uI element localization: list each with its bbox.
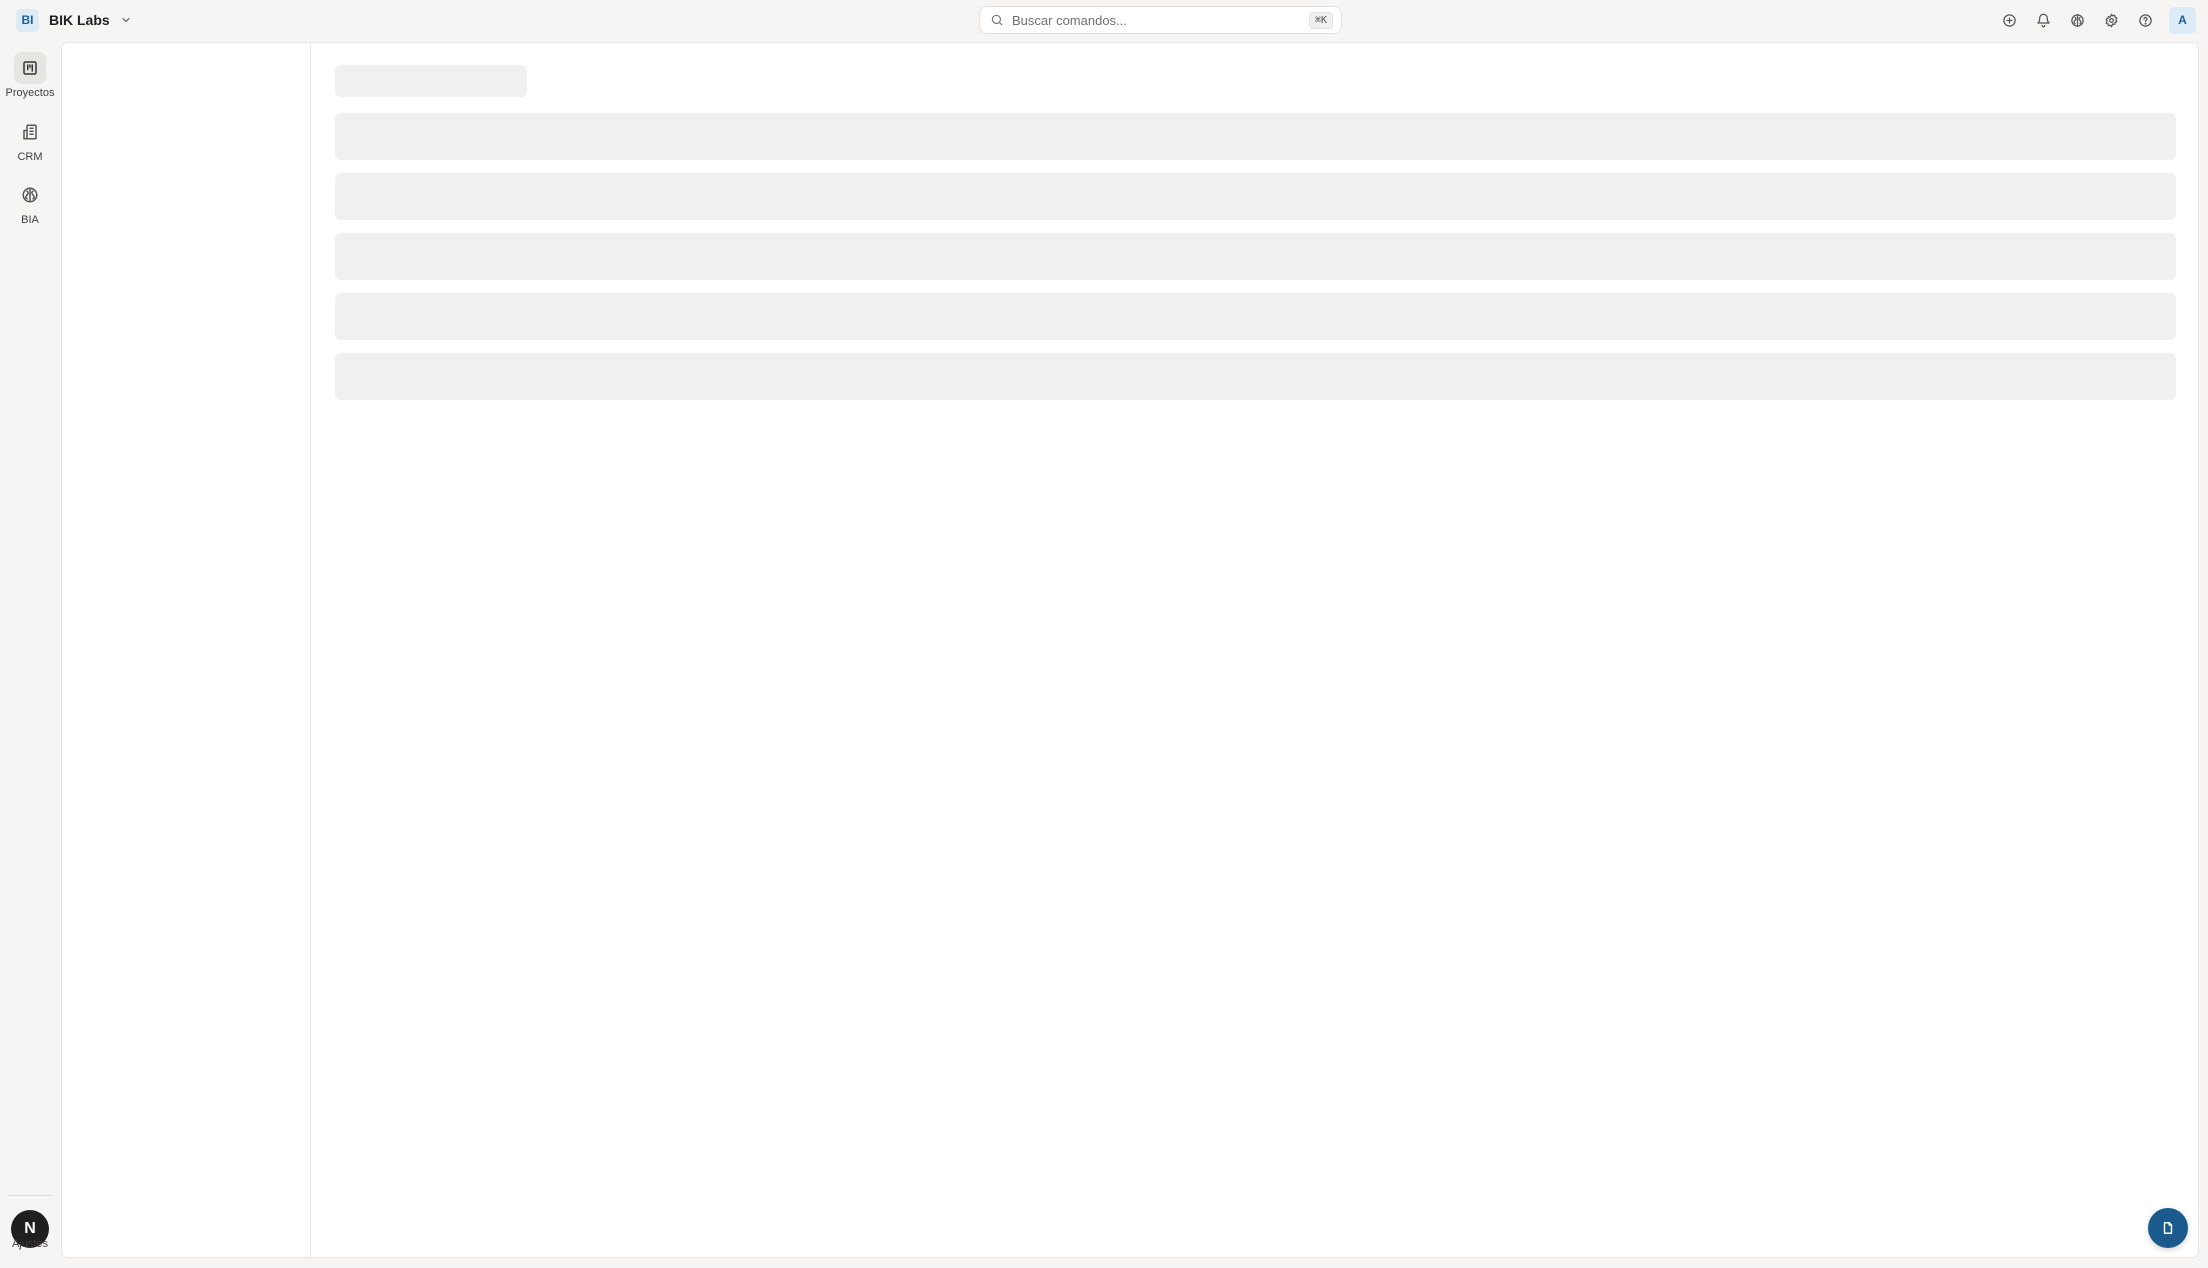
rail-item-ajustes[interactable]: N Ajustes [0, 1210, 60, 1250]
skeleton-row [335, 233, 2176, 280]
rail-item-proyectos[interactable]: Proyectos [0, 52, 60, 99]
add-circle-icon [2002, 13, 2016, 27]
brain-icon [22, 187, 38, 203]
floating-document-button[interactable] [2148, 1208, 2188, 1248]
rail-label-ajustes: Ajustes [11, 1238, 49, 1250]
content-area [311, 43, 2198, 1257]
workspace-name: BIK Labs [49, 12, 110, 28]
help-button[interactable] [2131, 6, 2159, 34]
skeleton-row [335, 353, 2176, 400]
settings-button[interactable] [2097, 6, 2125, 34]
search-shortcut: ⌘K [1308, 11, 1333, 29]
gear-icon [2105, 13, 2117, 27]
notifications-button[interactable] [2029, 6, 2057, 34]
skeleton-row [335, 173, 2176, 220]
rail-divider [8, 1195, 52, 1196]
rail-label-proyectos: Proyectos [5, 87, 55, 99]
rail-label-crm: CRM [17, 151, 43, 163]
bell-icon [2036, 13, 2050, 27]
top-bar: BI BIK Labs Buscar comandos... ⌘K A [0, 0, 2208, 40]
add-button[interactable] [1995, 6, 2023, 34]
building-icon [23, 124, 37, 140]
search-placeholder[interactable]: Buscar comandos... [1012, 13, 1301, 28]
rail-label-bia: BIA [21, 214, 39, 226]
workspace-badge: BI [16, 8, 39, 32]
brain-icon [2070, 13, 2084, 27]
document-icon [2163, 1222, 2173, 1234]
user-avatar[interactable]: A [2169, 6, 2196, 34]
rail-item-bia[interactable]: BIA [0, 179, 60, 226]
main-panel [61, 42, 2199, 1258]
skeleton-title [335, 65, 527, 97]
chevron-down-icon [122, 17, 130, 23]
bia-button[interactable] [2063, 6, 2091, 34]
help-circle-icon [2138, 13, 2152, 27]
skeleton-row [335, 113, 2176, 160]
workspace-switcher[interactable]: BI BIK Labs [16, 8, 132, 32]
secondary-sidebar [62, 43, 311, 1257]
skeleton-row [335, 293, 2176, 340]
kanban-board-icon [23, 61, 37, 75]
search-icon [991, 14, 1003, 26]
top-actions: A [1995, 6, 2196, 34]
command-search[interactable]: Buscar comandos... ⌘K [979, 6, 1342, 34]
left-rail: Proyectos CRM BIA N Ajustes [0, 40, 60, 1268]
rail-item-crm[interactable]: CRM [0, 116, 60, 163]
